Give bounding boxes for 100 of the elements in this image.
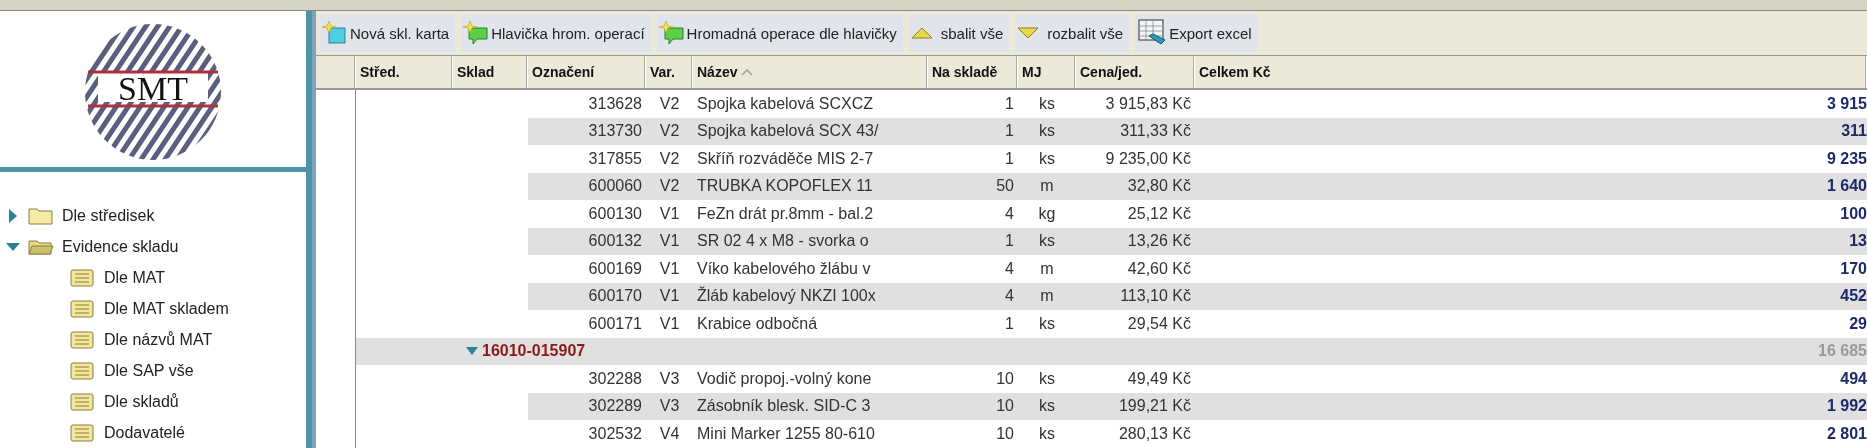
toolbar-button[interactable]: Hlavička hrom. operací bbox=[461, 14, 651, 52]
open-folder-icon bbox=[28, 237, 54, 256]
column-header[interactable]: Označení bbox=[528, 56, 646, 88]
group-label: 16010-015907 bbox=[482, 342, 586, 361]
table-cell: 32,80 Kč bbox=[1076, 172, 1195, 200]
column-header[interactable]: MJ bbox=[1018, 56, 1076, 88]
table-cell: 600170 bbox=[528, 282, 646, 310]
tree-item[interactable]: Dle názvů MAT bbox=[104, 330, 213, 349]
table-cell-text: 3 915 bbox=[1825, 93, 1867, 114]
up-triangle-icon bbox=[910, 27, 933, 39]
toolbar-button[interactable]: sbalit vše bbox=[908, 14, 1010, 52]
table-cell-text: 1 bbox=[1004, 313, 1015, 334]
table-cell-text: 9 235,00 Kč bbox=[1104, 148, 1192, 169]
table-cell-text: V1 bbox=[658, 313, 681, 334]
table-cell: 10 bbox=[928, 392, 1018, 420]
new-note-icon bbox=[463, 20, 490, 46]
folder-icon bbox=[28, 206, 54, 225]
table-cell-text: 29 bbox=[1848, 313, 1867, 334]
table-cell: SR 02 4 x M8 - svorka o bbox=[693, 227, 928, 255]
table-cell-text: 4 bbox=[1004, 258, 1015, 279]
table-cell: ks bbox=[1018, 117, 1076, 145]
tree-item[interactable]: Dodavatelé bbox=[104, 423, 185, 442]
table-cell-text: 600171 bbox=[587, 313, 643, 334]
table-cell-text: V3 bbox=[658, 368, 681, 389]
tree-item[interactable]: Dle skladů bbox=[104, 392, 179, 411]
table-cell-text: 2 801 bbox=[1825, 423, 1867, 444]
group-row[interactable]: 16010-015907 16 685 bbox=[356, 337, 1867, 365]
table-cell-text: ks bbox=[1038, 93, 1056, 114]
table-cell-text: 4 bbox=[1004, 203, 1015, 224]
column-header[interactable]: Cena/jed. bbox=[1076, 56, 1195, 88]
tree-item[interactable]: Dle MAT bbox=[104, 268, 166, 287]
table-cell-text: 3 915,83 Kč bbox=[1104, 93, 1192, 114]
expanded-caret-icon[interactable] bbox=[466, 347, 478, 356]
table-cell: V1 bbox=[646, 227, 693, 255]
table-cell-text: V2 bbox=[658, 148, 681, 169]
column-header[interactable]: Název bbox=[693, 56, 928, 88]
table-cell-text: V4 bbox=[658, 423, 681, 444]
table-cell: 113,10 Kč bbox=[1076, 282, 1195, 310]
list-icon bbox=[70, 330, 96, 349]
table-cell-text: ks bbox=[1038, 423, 1056, 444]
column-header[interactable]: Střed. bbox=[356, 56, 453, 88]
group-total: 16 685 bbox=[1817, 341, 1867, 362]
table-cell: 199,21 Kč bbox=[1076, 392, 1195, 420]
column-header[interactable]: Sklad bbox=[453, 56, 528, 88]
table-cell: 302289 bbox=[528, 392, 646, 420]
column-header[interactable]: Celkem Kč bbox=[1195, 56, 1867, 88]
table-cell: TRUBKA KOPOFLEX 11 bbox=[693, 172, 928, 200]
table-cell: 1 640 bbox=[1195, 172, 1867, 200]
new-note-icon bbox=[658, 20, 685, 46]
table-cell-text: kg bbox=[1037, 203, 1057, 224]
table-cell: 13 bbox=[1195, 227, 1867, 255]
toolbar-button[interactable]: Hromadná operace dle hlavičky bbox=[656, 14, 903, 52]
logo-text: SMT bbox=[118, 72, 188, 106]
table-cell-text: V1 bbox=[658, 203, 681, 224]
table-cell: V2 bbox=[646, 172, 693, 200]
table-cell-text: m bbox=[1039, 258, 1055, 279]
tree-item[interactable]: Dle MAT skladem bbox=[104, 299, 229, 318]
table-cell-text: FeZn drát pr.8mm - bal.2 bbox=[696, 203, 875, 224]
table-cell-text: 600130 bbox=[587, 203, 643, 224]
table-cell-text: V1 bbox=[658, 258, 681, 279]
table-cell-text: Víko kabelového žlábu v bbox=[696, 258, 872, 279]
table-cell: m bbox=[1018, 282, 1076, 310]
table-cell-text: Skříň rozváděče MIS 2-7 bbox=[696, 148, 875, 169]
tree-item[interactable]: Evidence skladu bbox=[62, 237, 179, 256]
list-icon bbox=[70, 392, 96, 411]
new-card-icon bbox=[322, 20, 348, 46]
table-cell-text: 10 bbox=[995, 423, 1015, 444]
table-cell: 311,33 Kč bbox=[1076, 117, 1195, 145]
table-cell-text: 280,13 Kč bbox=[1117, 423, 1192, 444]
tree-item[interactable]: Dle středisek bbox=[62, 206, 155, 225]
table-cell: m bbox=[1018, 172, 1076, 200]
table-cell: 600132 bbox=[528, 227, 646, 255]
table-cell: ks bbox=[1018, 392, 1076, 420]
toolbar-button[interactable]: rozbalit vše bbox=[1015, 14, 1130, 52]
column-header[interactable]: Var. bbox=[646, 56, 693, 88]
list-icon bbox=[70, 423, 96, 442]
table-cell-text: V2 bbox=[658, 93, 681, 114]
table-cell-text: 313628 bbox=[587, 93, 643, 114]
table-cell-text: 494 bbox=[1839, 368, 1867, 389]
toolbar-button[interactable]: Nová skl. karta bbox=[320, 14, 456, 52]
table-cell-text: 49,49 Kč bbox=[1126, 368, 1192, 389]
table-cell-text: 29,54 Kč bbox=[1126, 313, 1192, 334]
table-cell-text: 100 bbox=[1839, 203, 1867, 224]
table-cell: 1 bbox=[928, 117, 1018, 145]
table-cell-text: ks bbox=[1038, 368, 1056, 389]
table-cell: ks bbox=[1018, 227, 1076, 255]
toolbar-button[interactable]: Export excel bbox=[1135, 14, 1258, 52]
table-cell: 4 bbox=[928, 282, 1018, 310]
table-cell-text: 170 bbox=[1839, 258, 1867, 279]
table-cell: V2 bbox=[646, 117, 693, 145]
table-cell-text: ks bbox=[1038, 148, 1056, 169]
table-cell-text: 302288 bbox=[587, 368, 643, 389]
table-cell-text: 10 bbox=[995, 368, 1015, 389]
table-cell-text: 42,60 Kč bbox=[1126, 258, 1192, 279]
table-cell: 13,26 Kč bbox=[1076, 227, 1195, 255]
column-header[interactable]: Na skladě bbox=[928, 56, 1018, 88]
table-cell-text: Vodič propoj.-volný kone bbox=[696, 368, 873, 389]
table-cell: V3 bbox=[646, 392, 693, 420]
table-cell-text: 9 235 bbox=[1825, 148, 1867, 169]
tree-item[interactable]: Dle SAP vše bbox=[104, 361, 194, 380]
